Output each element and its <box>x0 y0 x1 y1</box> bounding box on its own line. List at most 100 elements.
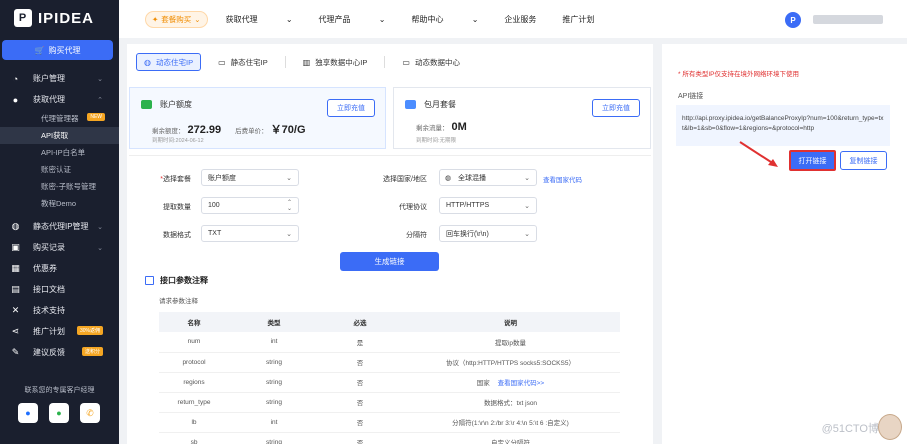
field-label: 选择套餐 <box>163 176 191 183</box>
top-nav-enterprise[interactable]: 企业服务 <box>504 14 536 25</box>
table-row: lb int 否 分隔符(1:\r\n 2:/br 3:\r 4:\n 5:\t… <box>159 412 620 433</box>
col-type-header: 类型 <box>229 312 319 332</box>
country-label: 选择国家/地区 <box>383 176 427 183</box>
format-select[interactable]: TXT ⌄ <box>201 225 299 242</box>
sidebar-item-purchase-records[interactable]: ▣ 购买记录 ⌄ <box>0 237 119 258</box>
avatar[interactable]: P <box>785 12 801 28</box>
table-cell: num <box>159 332 229 353</box>
table-cell: 提取ip数量 <box>401 332 620 353</box>
table-row: sb string 否 自定义分隔符 <box>159 432 620 444</box>
qq-icon[interactable]: ● <box>18 403 38 423</box>
tab-dynamic-residential[interactable]: ◍ 动态住宅IP <box>136 53 202 71</box>
top-nav-products[interactable]: 代理产品 ⌄ <box>319 14 386 25</box>
sidebar-item-account[interactable]: ◔ 账户管理 ⌄ <box>0 68 119 89</box>
top-nav-help[interactable]: 帮助中心 ⌄ <box>411 14 478 25</box>
tab-label: 独享数据中心IP <box>315 57 368 67</box>
sidebar-item-get-proxy[interactable]: ● 获取代理 ⌃ <box>0 89 119 110</box>
sidebar-sub-subaccount[interactable]: 账密-子账号管理 <box>0 178 119 195</box>
select-value: HTTP/HTTPS <box>446 202 490 209</box>
package-select[interactable]: 账户额度 ⌄ <box>201 169 299 186</box>
api-form: *选择套餐 账户额度 ⌄ 选择国家/地区 ◍ 全球混播 ⌄ 查看国家代码 提取数… <box>129 155 651 444</box>
sidebar-item-api-docs[interactable]: ▤ 接口文档 <box>0 279 119 300</box>
table-cell: regions <box>159 372 229 393</box>
table-cell: string <box>229 372 319 393</box>
feedback-icon: ✎ <box>11 347 20 357</box>
username-redacted[interactable] <box>813 15 883 24</box>
recharge-button[interactable]: 立即充值 <box>592 99 640 117</box>
chevron-down-icon: ⌄ <box>524 230 530 238</box>
sidebar-sub-auth[interactable]: 账密认证 <box>0 161 119 178</box>
sidebar-sub-proxy-manager[interactable]: 代理管理器 NEW <box>0 110 119 127</box>
globe-icon: ◍ <box>445 174 452 182</box>
copy-link-button[interactable]: 复制链接 <box>840 151 887 170</box>
tab-static-residential[interactable]: ▭ 静态住宅IP <box>211 53 275 71</box>
regions-code-link[interactable]: 查看国家代码>> <box>498 380 545 387</box>
main-panel: ◍ 动态住宅IP ▭ 静态住宅IP ▥ 独享数据中心IP ▭ 动态数据中心 账户… <box>127 44 653 444</box>
laptop-icon: ▭ <box>402 57 410 67</box>
red-arrow-annotation <box>739 141 778 167</box>
remain-value: 272.99 <box>187 124 222 136</box>
tab-dynamic-datacenter[interactable]: ▭ 动态数据中心 <box>395 53 467 71</box>
expire-date: 到期时间:2024-06-12 <box>152 138 204 144</box>
top-nav-get-proxy[interactable]: 获取代理 ⌄ <box>226 14 293 25</box>
country-code-link[interactable]: 查看国家代码 <box>543 174 582 184</box>
sidebar-sub-label: API-IP白名单 <box>41 148 86 157</box>
list-icon <box>145 276 154 285</box>
price-value: ￥70/G <box>270 124 306 136</box>
select-value: 账户额度 <box>208 174 236 182</box>
chevron-down-icon: ⌄ <box>97 244 103 252</box>
commission-badge: 30%返佣 <box>76 326 103 335</box>
phone-icon[interactable]: ✆ <box>80 403 100 423</box>
sidebar-sub-demo[interactable]: 教程Demo <box>0 195 119 212</box>
table-cell: 否 <box>319 352 401 373</box>
stepper-arrows-icon[interactable]: ⌃ ⌄ <box>287 200 292 212</box>
section-title-label: 接口参数注释 <box>160 276 208 285</box>
chevron-down-icon: ⌄ <box>286 230 292 238</box>
avatar-photo <box>878 414 902 440</box>
grid-icon: ▦ <box>11 263 20 273</box>
select-value: 回车换行(\r\n) <box>446 230 489 238</box>
package-purchase-button[interactable]: ✦ 套餐购买 ⌄ <box>145 10 208 28</box>
count-label: 提取数量 <box>163 204 191 211</box>
params-subtitle: 请求参数注释 <box>159 298 198 305</box>
sidebar-sub-label: 账密-子账号管理 <box>41 182 96 191</box>
sidebar-item-label: 账户管理 <box>33 74 65 83</box>
quantity-stepper[interactable]: 100 ⌃ ⌄ <box>201 197 299 214</box>
separator-select[interactable]: 回车换行(\r\n) ⌄ <box>439 225 537 242</box>
sidebar-item-label: 建议反馈 <box>33 348 65 357</box>
buy-proxy-button[interactable]: 🛒 购买代理 <box>2 40 113 60</box>
top-nav-label: 获取代理 <box>225 14 258 24</box>
table-cell: int <box>229 332 319 353</box>
sidebar-sub-label: 教程Demo <box>41 199 77 208</box>
sidebar-sub-api-whitelist[interactable]: API-IP白名单 <box>0 144 119 161</box>
top-nav-referral[interactable]: 推广计划 <box>562 14 594 25</box>
balance-card[interactable]: 账户额度 剩余额度： 272.99 后费单价： ￥70/G 到期时间:2024-… <box>129 87 386 149</box>
country-select[interactable]: ◍ 全球混播 ⌄ <box>439 169 537 186</box>
generate-link-button[interactable]: 生成链接 <box>340 252 439 271</box>
sidebar-item-tech-support[interactable]: ✕ 技术支持 <box>0 300 119 321</box>
sidebar-sub-label: 代理管理器 <box>41 114 79 123</box>
table-cell: 自定义分隔符 <box>401 432 620 444</box>
sidebar-item-feedback[interactable]: ✎ 建议反馈 送积分 <box>0 342 119 363</box>
chevron-down-icon: ⌄ <box>97 75 103 83</box>
chevron-down-icon: ⌄ <box>97 223 103 231</box>
monthly-card[interactable]: 包月套餐 剩余流量： 0M 到期时间:无期限 立即充值 <box>393 87 651 149</box>
wechat-icon[interactable]: ● <box>49 403 69 423</box>
sidebar-item-referral[interactable]: ⋖ 推广计划 30%返佣 <box>0 321 119 342</box>
card-title-label: 账户额度 <box>160 100 192 109</box>
tab-label: 静态住宅IP <box>230 57 268 67</box>
brand-name: IPIDEA <box>38 9 95 27</box>
sidebar-item-coupons[interactable]: ▦ 优惠券 <box>0 258 119 279</box>
sidebar-sub-api-get[interactable]: API获取 <box>0 127 119 144</box>
open-link-button[interactable]: 打开链接 <box>789 150 836 171</box>
sidebar-item-label: 静态代理IP管理 <box>33 222 89 231</box>
protocol-select[interactable]: HTTP/HTTPS ⌄ <box>439 197 537 214</box>
recharge-button[interactable]: 立即充值 <box>327 99 375 117</box>
sidebar-item-label: 优惠券 <box>33 264 57 273</box>
sidebar-item-static-proxy[interactable]: ◍ 静态代理IP管理 ⌄ <box>0 216 119 237</box>
api-url-box[interactable]: http://api.proxy.ipidea.io/getBalancePro… <box>676 105 890 146</box>
tab-dedicated-datacenter[interactable]: ▥ 独享数据中心IP <box>296 53 375 71</box>
chevron-down-icon: ⌄ <box>194 14 201 24</box>
brand-logo[interactable]: P IPIDEA <box>0 0 119 36</box>
sidebar: P IPIDEA 🛒 购买代理 ◔ 账户管理 ⌄ ● 获取代理 ⌃ 代理管理器 … <box>0 0 119 444</box>
